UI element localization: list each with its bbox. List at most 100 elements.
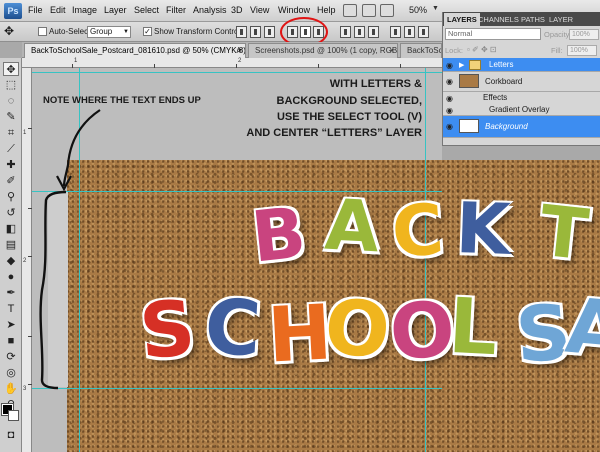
guide-line — [79, 68, 80, 452]
screen-mode-icon[interactable] — [362, 4, 376, 17]
eye-icon[interactable]: ◉ — [446, 61, 455, 70]
chevron-down-icon: ▼ — [123, 29, 129, 35]
eraser-tool-icon[interactable]: ◧ — [3, 222, 19, 236]
healing-brush-tool-icon[interactable]: ✚ — [3, 158, 19, 172]
dodge-tool-icon[interactable]: ● — [3, 270, 19, 284]
layer-gradient-overlay[interactable]: ◉ Gradient Overlay — [443, 104, 600, 116]
distribute-hcenter-icon[interactable] — [404, 26, 415, 38]
layer-letters[interactable]: ◉ ▶ Letters — [443, 58, 600, 72]
show-transform-checkbox[interactable]: ✓ — [143, 27, 152, 36]
menu-help[interactable]: Help — [317, 5, 336, 15]
background-color-swatch[interactable] — [8, 410, 19, 421]
letter-t: T — [535, 189, 593, 278]
tab-screenshots[interactable]: Screenshots.psd @ 100% (1 copy, RGB/8) × — [248, 43, 398, 58]
letter-c: C — [388, 187, 447, 274]
menu-select[interactable]: Select — [134, 5, 159, 15]
menu-view[interactable]: View — [250, 5, 269, 15]
zoom-level[interactable]: 50% — [409, 5, 427, 15]
align-top-edges-icon[interactable] — [236, 26, 247, 38]
auto-select-checkbox[interactable] — [38, 27, 47, 36]
layer-thumbnail — [459, 119, 479, 133]
3d-rotate-tool-icon[interactable]: ⟳ — [3, 350, 19, 364]
distribute-right-icon[interactable] — [418, 26, 429, 38]
menu-3d[interactable]: 3D — [231, 5, 243, 15]
close-icon[interactable]: × — [237, 44, 242, 58]
tab-paths[interactable]: PATHS — [518, 13, 548, 26]
menu-edit[interactable]: Edit — [50, 5, 66, 15]
history-brush-tool-icon[interactable]: ↺ — [3, 206, 19, 220]
panel-tab-bar: LAYERS CHANNELS PATHS LAYER COMPS — [443, 12, 600, 37]
vertical-ruler[interactable]: 1 2 3 — [22, 68, 32, 452]
marquee-tool-icon[interactable]: ⬚ — [3, 78, 19, 92]
eye-icon[interactable]: ◉ — [446, 94, 455, 103]
menu-analysis[interactable]: Analysis — [193, 5, 227, 15]
layer-name: Background — [485, 122, 528, 131]
toolbox: ✥ ⬚ ◌ ✎ ⌗ ⟋ ✚ ✐ ⚲ ↺ ◧ ▤ ◆ ● ✒ T ➤ ■ ⟳ ◎ … — [0, 58, 22, 452]
auto-select-value: Group — [90, 27, 113, 36]
shape-tool-icon[interactable]: ■ — [3, 334, 19, 348]
move-tool-icon[interactable]: ✥ — [4, 24, 14, 38]
blur-tool-icon[interactable]: ◆ — [3, 254, 19, 268]
3d-orbit-tool-icon[interactable]: ◎ — [3, 366, 19, 380]
menu-file[interactable]: File — [28, 5, 43, 15]
horizontal-ruler[interactable]: 1 2 — [22, 58, 442, 68]
layer-background[interactable]: ◉ Background — [443, 116, 600, 138]
clone-stamp-tool-icon[interactable]: ⚲ — [3, 190, 19, 204]
path-select-tool-icon[interactable]: ➤ — [3, 318, 19, 332]
opacity-label: Opacity: — [544, 30, 572, 39]
hand-tool-icon[interactable]: ✋ — [3, 382, 19, 396]
zoom-dropdown-icon[interactable]: ▼ — [432, 5, 439, 12]
tab-channels[interactable]: CHANNELS — [475, 13, 522, 26]
instruction-line-2: BACKGROUND SELECTED, — [276, 95, 422, 107]
layer-name: Letters — [489, 60, 514, 69]
tab-label: BackToSchool — [407, 46, 441, 55]
close-icon[interactable]: × — [389, 44, 394, 58]
lock-row: Lock: ▫ ✐ ✥ ⊡ Fill: 100% — [445, 44, 597, 58]
bridge-icon[interactable] — [343, 4, 357, 17]
menu-window[interactable]: Window — [278, 5, 310, 15]
layer-corkboard[interactable]: ◉ Corkboard — [443, 72, 600, 92]
type-tool-icon[interactable]: T — [3, 302, 19, 316]
move-tool-icon[interactable]: ✥ — [3, 62, 19, 76]
menu-image[interactable]: Image — [72, 5, 97, 15]
instruction-line-4: AND CENTER “LETTERS” LAYER — [246, 127, 422, 139]
layer-thumbnail — [459, 74, 479, 88]
blend-mode-value: Normal — [448, 29, 473, 38]
eye-icon[interactable]: ◉ — [446, 106, 455, 115]
lasso-tool-icon[interactable]: ◌ — [3, 94, 19, 108]
layers-panel: LAYERS CHANNELS PATHS LAYER COMPS Normal… — [442, 12, 600, 146]
menu-filter[interactable]: Filter — [166, 5, 186, 15]
lock-icons[interactable]: ▫ ✐ ✥ ⊡ — [467, 45, 497, 54]
fill-field[interactable]: 100% — [567, 45, 597, 56]
arrange-documents-icon[interactable] — [380, 4, 394, 17]
gradient-tool-icon[interactable]: ▤ — [3, 238, 19, 252]
options-bar: ✥ Auto-Select: Group ▼ ✓ Show Transform C… — [0, 22, 442, 42]
align-vertical-centers-icon[interactable] — [250, 26, 261, 38]
brush-tool-icon[interactable]: ✐ — [3, 174, 19, 188]
ruler-mark: 2 — [238, 58, 242, 64]
crop-tool-icon[interactable]: ⌗ — [3, 126, 19, 140]
eye-icon[interactable]: ◉ — [446, 122, 455, 131]
align-bottom-edges-icon[interactable] — [264, 26, 275, 38]
pen-tool-icon[interactable]: ✒ — [3, 286, 19, 300]
distribute-bottom-icon[interactable] — [368, 26, 379, 38]
letter-a2: A — [561, 280, 600, 376]
letter-a: A — [322, 183, 382, 270]
expand-triangle-icon[interactable]: ▶ — [459, 61, 464, 69]
menu-layer[interactable]: Layer — [104, 5, 127, 15]
layer-effects[interactable]: ◉ Effects — [443, 92, 600, 104]
eye-icon[interactable]: ◉ — [446, 77, 455, 86]
letter-k: K — [454, 186, 513, 272]
opacity-field[interactable]: 100% — [569, 29, 599, 40]
blend-mode-dropdown[interactable]: Normal — [445, 28, 541, 40]
tab-layer-comps[interactable]: LAYER COMPS — [546, 13, 600, 37]
auto-select-dropdown[interactable]: Group ▼ — [87, 26, 131, 38]
distribute-left-icon[interactable] — [390, 26, 401, 38]
eyedropper-tool-icon[interactable]: ⟋ — [3, 142, 19, 156]
quick-mask-icon[interactable]: ◘ — [3, 428, 19, 442]
tab-backtoschool-2[interactable]: BackToSchool — [400, 43, 442, 58]
distribute-center-icon[interactable] — [354, 26, 365, 38]
quick-select-tool-icon[interactable]: ✎ — [3, 110, 19, 124]
distribute-top-icon[interactable] — [340, 26, 351, 38]
tab-backtoschool-postcard[interactable]: BackToSchoolSale_Postcard_081610.psd @ 5… — [24, 43, 246, 58]
